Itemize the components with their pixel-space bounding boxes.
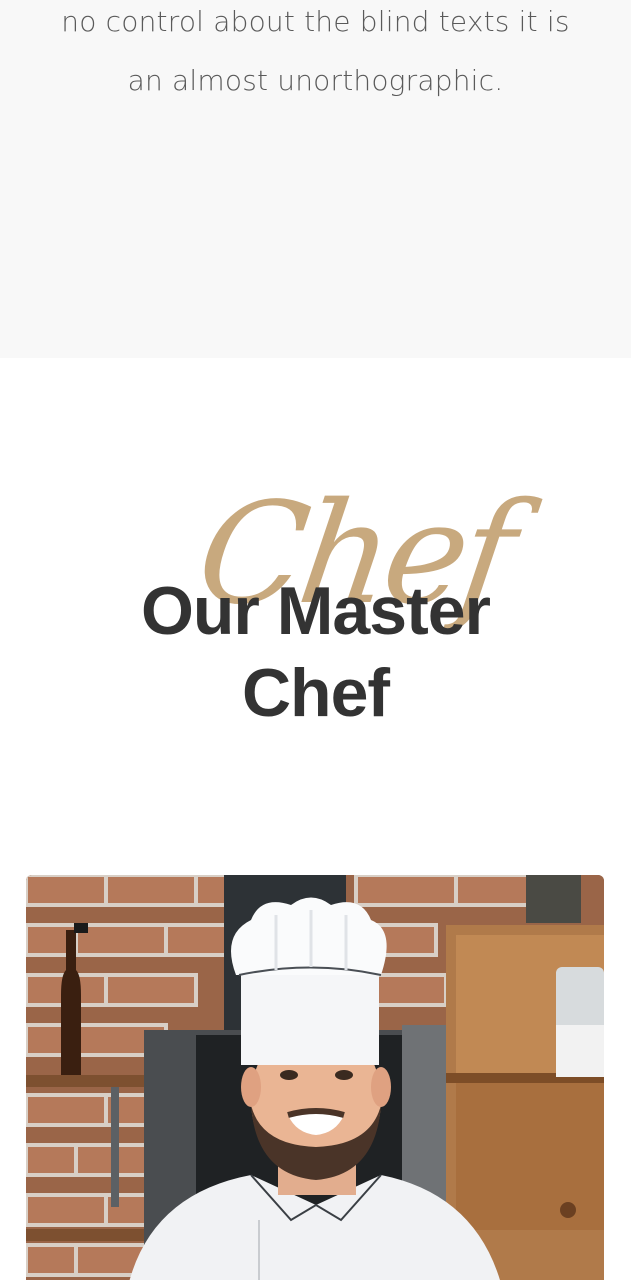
intro-paragraph: no control about the blind texts it is a… — [0, 0, 631, 110]
intro-section: no control about the blind texts it is a… — [0, 0, 631, 358]
master-chef-heading-section: Chef Our Master Chef — [0, 470, 631, 750]
chef-photo — [26, 875, 604, 1280]
section-title: Our Master Chef — [0, 570, 631, 734]
chef-photo-illustration — [26, 875, 604, 1280]
intro-line: no control about the blind texts it is — [61, 5, 570, 38]
section-title-line: Our Master — [141, 573, 491, 649]
section-title-line: Chef — [241, 655, 390, 731]
intro-line: an almost unorthographic. — [127, 64, 504, 97]
